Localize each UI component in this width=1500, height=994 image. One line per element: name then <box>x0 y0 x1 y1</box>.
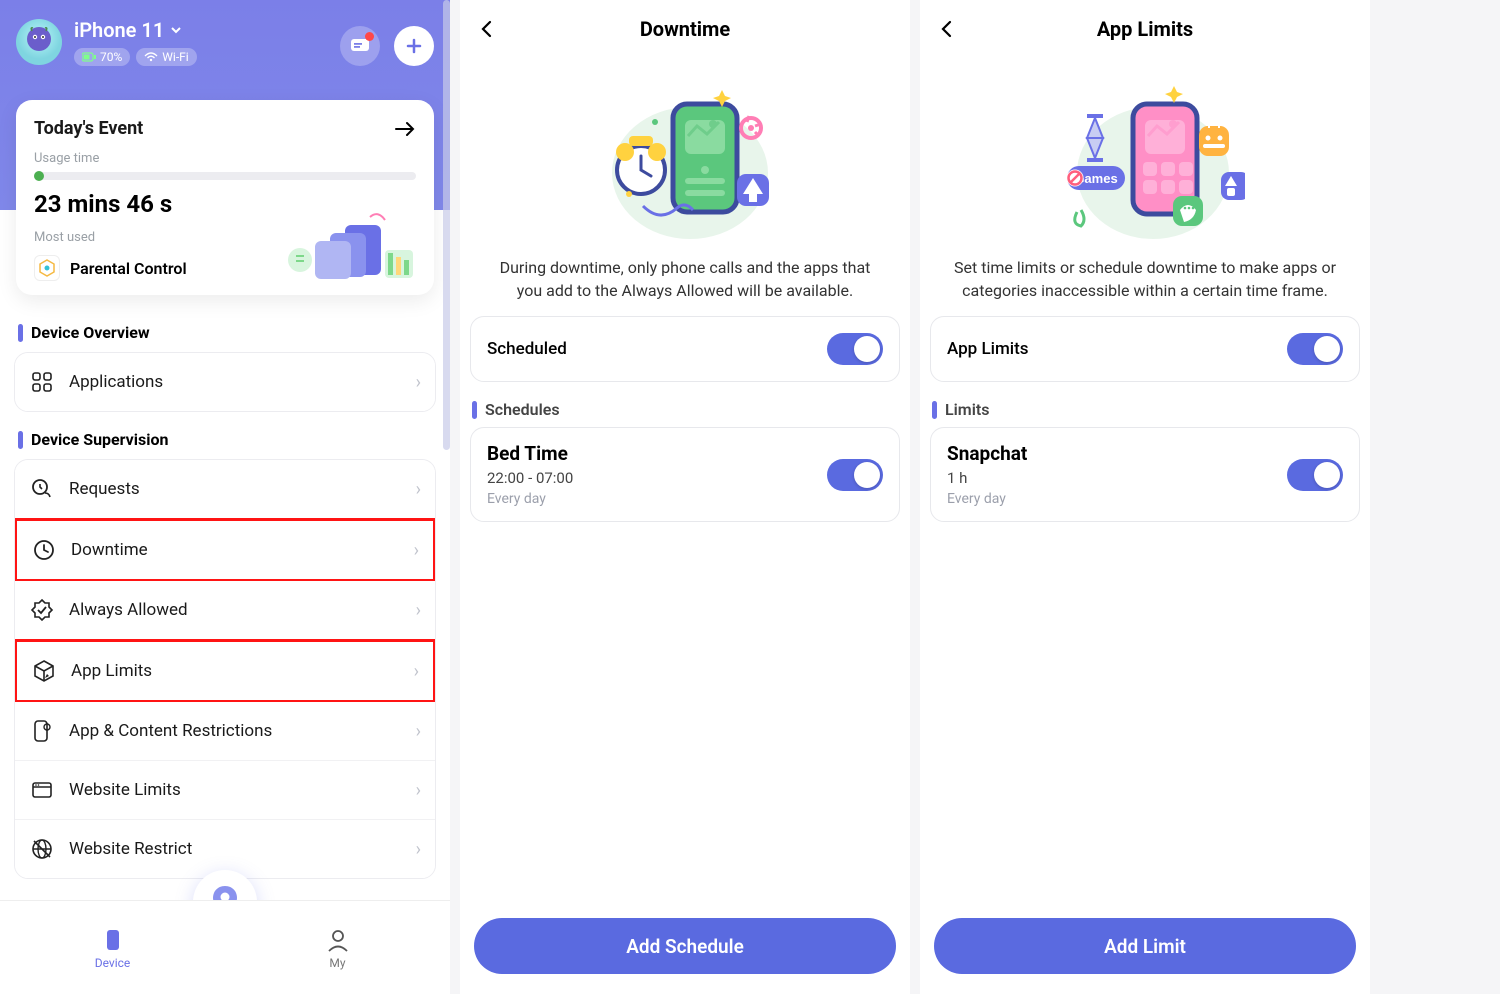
supervision-item-downtime[interactable]: Downtime› <box>14 518 436 582</box>
downtime-screen: Downtime During downtime, only phone cal… <box>460 0 910 994</box>
profile-avatar[interactable] <box>16 19 62 65</box>
device-name-label: iPhone 11 <box>74 18 164 42</box>
cube-icon <box>31 658 57 684</box>
limit-freq: Every day <box>947 491 1027 507</box>
device-overview-head: Device Overview <box>18 323 432 342</box>
usage-time-label: Usage time <box>34 151 416 166</box>
limit-item[interactable]: Snapchat 1 h Every day <box>930 427 1360 522</box>
applimits-title: App Limits <box>1097 17 1193 41</box>
device-dashboard-screen: iPhone 11 70% Wi-Fi <box>0 0 450 994</box>
wifi-icon <box>144 52 158 62</box>
add-device-button[interactable] <box>394 26 434 66</box>
chevron-right-icon: › <box>416 372 421 393</box>
chevron-left-icon <box>938 20 956 38</box>
chevron-down-icon <box>170 24 182 36</box>
chevron-right-icon: › <box>416 839 421 860</box>
scheduled-label: Scheduled <box>487 339 567 359</box>
chevron-right-icon: › <box>416 721 421 742</box>
arrow-right-icon <box>394 121 416 137</box>
notification-badge <box>365 32 374 41</box>
device-supervision-head: Device Supervision <box>18 430 432 449</box>
downtime-hero <box>460 78 910 248</box>
back-button[interactable] <box>472 14 502 44</box>
nav-my[interactable]: My <box>225 901 450 994</box>
chevron-right-icon: › <box>414 661 419 682</box>
limits-head: Limits <box>932 400 1358 419</box>
downtime-desc: During downtime, only phone calls and th… <box>460 256 910 302</box>
messages-button[interactable] <box>340 26 380 66</box>
applications-item[interactable]: Applications › <box>15 353 435 411</box>
downtime-title: Downtime <box>640 17 730 41</box>
plus-icon <box>405 37 423 55</box>
event-card-title: Today's Event <box>34 118 143 139</box>
supervision-item-app-limits[interactable]: App Limits› <box>14 639 436 703</box>
globe-icon <box>29 836 55 862</box>
applimits-toggle-panel: App Limits <box>930 316 1360 382</box>
battery-icon <box>82 52 96 62</box>
usage-illustration <box>270 205 420 285</box>
person-icon <box>324 926 352 954</box>
supervision-list: Requests›Downtime›Always Allowed›App Lim… <box>14 459 436 879</box>
applimits-toggle[interactable] <box>1287 333 1343 365</box>
add-limit-button[interactable]: Add Limit <box>934 918 1356 974</box>
limit-name: Snapchat <box>947 442 1027 465</box>
chevron-left-icon <box>478 20 496 38</box>
supervision-item-requests[interactable]: Requests› <box>15 460 435 519</box>
browser-icon <box>29 777 55 803</box>
overview-list: Applications › <box>14 352 436 412</box>
battery-pill: 70% <box>74 48 130 66</box>
clock-icon <box>31 537 57 563</box>
nav-device[interactable]: Device <box>0 901 225 994</box>
device-icon <box>99 926 127 954</box>
applimits-desc: Set time limits or schedule downtime to … <box>920 256 1370 302</box>
app-limits-screen: App Limits Games Set time limits or sche… <box>920 0 1370 994</box>
add-schedule-button[interactable]: Add Schedule <box>474 918 896 974</box>
most-used-app-icon <box>34 255 60 281</box>
schedule-item[interactable]: Bed Time 22:00 - 07:00 Every day <box>470 427 900 522</box>
most-used-app-name: Parental Control <box>70 259 187 278</box>
schedules-head: Schedules <box>472 400 898 419</box>
applimits-toggle-label: App Limits <box>947 339 1029 359</box>
today-event-card[interactable]: Today's Event Usage time 23 mins 46 s Mo… <box>16 100 434 295</box>
usage-progress <box>34 172 416 180</box>
back-button[interactable] <box>932 14 962 44</box>
bottom-nav: Device My <box>0 900 450 994</box>
supervision-item-app-content-restrictions[interactable]: App & Content Restrictions› <box>15 702 435 761</box>
schedule-name: Bed Time <box>487 442 573 465</box>
device-selector[interactable]: iPhone 11 <box>74 18 197 42</box>
chevron-right-icon: › <box>416 479 421 500</box>
schedule-toggle[interactable] <box>827 459 883 491</box>
apps-icon <box>29 369 55 395</box>
chevron-right-icon: › <box>414 540 419 561</box>
limit-time: 1 h <box>947 469 1027 487</box>
requests-icon <box>29 476 55 502</box>
schedule-freq: Every day <box>487 491 573 507</box>
applimits-topbar: App Limits <box>920 0 1370 58</box>
downtime-topbar: Downtime <box>460 0 910 58</box>
chevron-right-icon: › <box>416 600 421 621</box>
supervision-item-always-allowed[interactable]: Always Allowed› <box>15 581 435 640</box>
supervision-item-website-limits[interactable]: Website Limits› <box>15 761 435 820</box>
scheduled-toggle-panel: Scheduled <box>470 316 900 382</box>
scheduled-toggle[interactable] <box>827 333 883 365</box>
limit-toggle[interactable] <box>1287 459 1343 491</box>
chevron-right-icon: › <box>416 780 421 801</box>
applimits-hero: Games <box>920 78 1370 248</box>
scrollbar[interactable] <box>443 0 450 450</box>
phone-gear-icon <box>29 718 55 744</box>
badge-icon <box>29 597 55 623</box>
wifi-pill: Wi-Fi <box>136 48 196 66</box>
schedule-time: 22:00 - 07:00 <box>487 469 573 487</box>
